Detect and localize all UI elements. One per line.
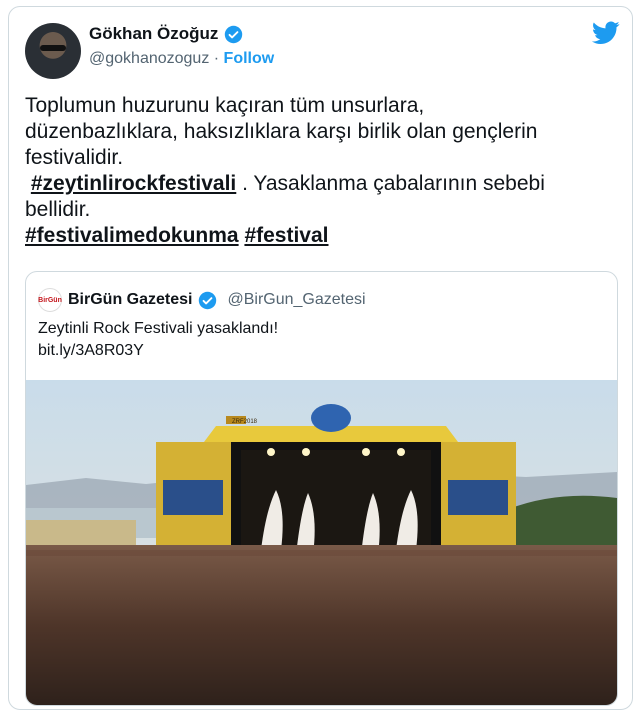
tweet-text-line: düzenbazlıklara, haksızlıklara karşı bir… xyxy=(25,120,538,143)
hashtag-link[interactable]: #festival xyxy=(244,224,328,247)
tweet-text-line: Toplumun huzurunu kaçıran tüm unsurlara, xyxy=(25,94,425,117)
stage-banner-text: ZRF2018 xyxy=(232,419,258,425)
festival-photo[interactable]: ZRF2018 xyxy=(26,380,617,706)
quoted-author-avatar: BirGün xyxy=(38,288,62,312)
handle-separator: · xyxy=(209,50,224,67)
verified-badge-icon xyxy=(225,25,243,43)
follow-button[interactable]: Follow xyxy=(224,50,275,67)
quoted-tweet-header: BirGün BirGün Gazetesi @BirGun_Gazetesi xyxy=(38,288,366,312)
author-handle-row: @gokhanozoguz · Follow xyxy=(89,50,274,68)
quoted-tweet[interactable]: BirGün BirGün Gazetesi @BirGun_Gazetesi … xyxy=(25,271,618,706)
author-avatar[interactable] xyxy=(25,23,81,79)
author-handle[interactable]: @gokhanozoguz xyxy=(89,50,209,67)
quoted-author-handle[interactable]: @BirGun_Gazetesi xyxy=(227,291,365,309)
quoted-tweet-text: Zeytinli Rock Festivali yasaklandı! bit.… xyxy=(38,318,278,362)
tweet-text-line: bellidir. xyxy=(25,198,91,221)
quoted-author-name[interactable]: BirGün Gazetesi xyxy=(68,291,192,309)
avatar-glasses xyxy=(40,45,66,51)
author-name-row: Gökhan Özoğuz xyxy=(89,24,243,44)
quoted-logo-text: BirGün xyxy=(38,296,62,304)
tweet-card: Gökhan Özoğuz @gokhanozoguz · Follow Top… xyxy=(8,6,633,710)
hashtag-link[interactable]: #festivalimedokunma xyxy=(25,224,239,247)
hashtag-link[interactable]: #zeytinlirockfestivali xyxy=(31,172,236,195)
twitter-bird-icon[interactable] xyxy=(592,21,620,45)
quoted-text-line: Zeytinli Rock Festivali yasaklandı! xyxy=(38,320,279,337)
tweet-text-line: . Yasaklanma çabalarının sebebi xyxy=(236,172,545,195)
quoted-link[interactable]: bit.ly/3A8R03Y xyxy=(38,340,278,362)
tweet-text-line: festivalidir. xyxy=(25,146,124,169)
tweet-text: Toplumun huzurunu kaçıran tüm unsurlara,… xyxy=(25,93,615,249)
author-name[interactable]: Gökhan Özoğuz xyxy=(89,24,218,44)
verified-badge-icon xyxy=(199,291,217,309)
